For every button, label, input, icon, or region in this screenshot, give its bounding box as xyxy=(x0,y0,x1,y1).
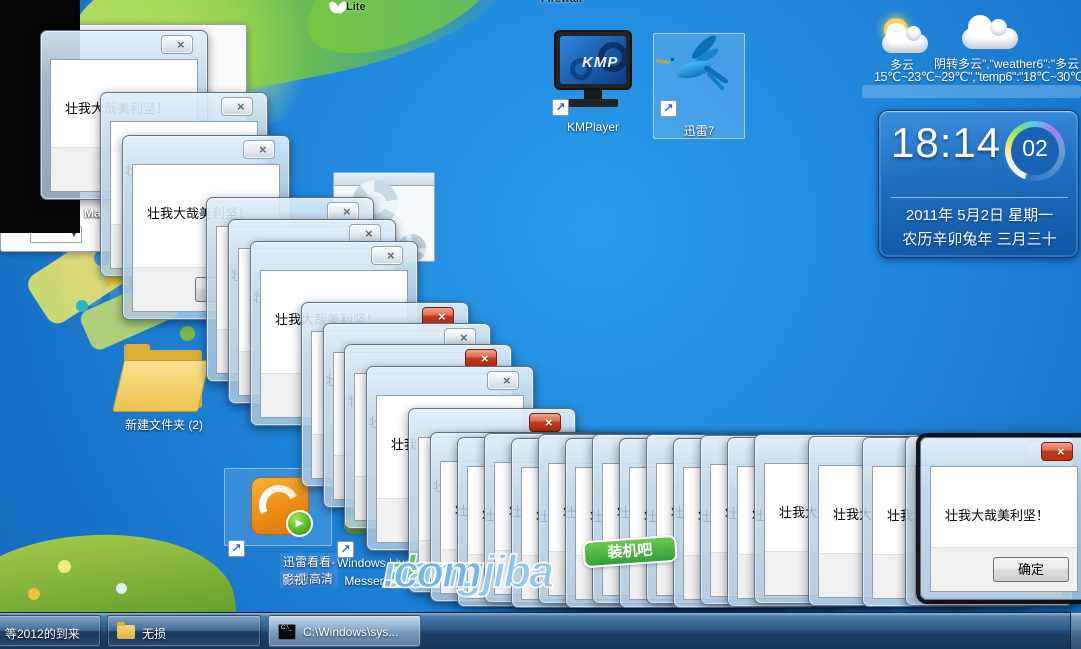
taskbar-button-label: C:\Windows\sys... xyxy=(303,625,417,639)
close-icon: × xyxy=(481,350,489,367)
close-icon: × xyxy=(545,414,553,431)
cmd-icon: C:\_ xyxy=(278,624,296,640)
watermark-badge: 装机吧 xyxy=(582,535,678,568)
desktop: ▼ Ma Lite Firewall KMP ↗ KMPlayer ↗ 迅雷7 … xyxy=(0,0,1081,649)
close-icon: × xyxy=(503,372,511,389)
close-button[interactable]: × xyxy=(487,371,519,390)
taskbar: 等2012的到来 无损 C:\_ C:\Windows\sys... EN C … xyxy=(0,612,1081,649)
close-icon: × xyxy=(237,98,245,115)
close-icon: × xyxy=(365,225,373,242)
show-desktop-button[interactable] xyxy=(1070,612,1081,649)
close-icon: × xyxy=(1057,443,1065,460)
close-icon: × xyxy=(343,203,351,220)
dialog-message: 壮我大哉美利坚！ xyxy=(945,505,1049,524)
taskbar-button-2012[interactable]: 等2012的到来 xyxy=(0,615,101,647)
folder-icon xyxy=(117,625,135,639)
close-button[interactable]: × xyxy=(221,97,253,116)
close-button[interactable]: × xyxy=(1041,442,1073,461)
close-button[interactable]: × xyxy=(529,413,561,432)
taskbar-button-label: 无损 xyxy=(142,625,256,642)
close-icon: × xyxy=(259,141,267,158)
watermark-tld: .com xyxy=(383,546,480,598)
taskbar-button-label: 等2012的到来 xyxy=(5,625,99,642)
close-icon: × xyxy=(177,36,185,53)
message-dialog: × 壮我大哉美利坚！ 确定 xyxy=(920,437,1081,600)
ok-button[interactable]: 确定 xyxy=(993,557,1069,582)
taskbar-button-cmd[interactable]: C:\_ C:\Windows\sys... xyxy=(268,615,421,647)
close-button[interactable]: × xyxy=(371,246,403,265)
close-button[interactable]: × xyxy=(243,140,275,159)
watermark: zhuangjiba.com 装机吧 xyxy=(383,538,743,608)
taskbar-button-wusun[interactable]: 无损 xyxy=(107,615,261,647)
close-icon: × xyxy=(387,247,395,264)
close-button[interactable]: × xyxy=(161,35,193,54)
dialog-body: 壮我大哉美利坚！ 确定 xyxy=(930,466,1078,592)
